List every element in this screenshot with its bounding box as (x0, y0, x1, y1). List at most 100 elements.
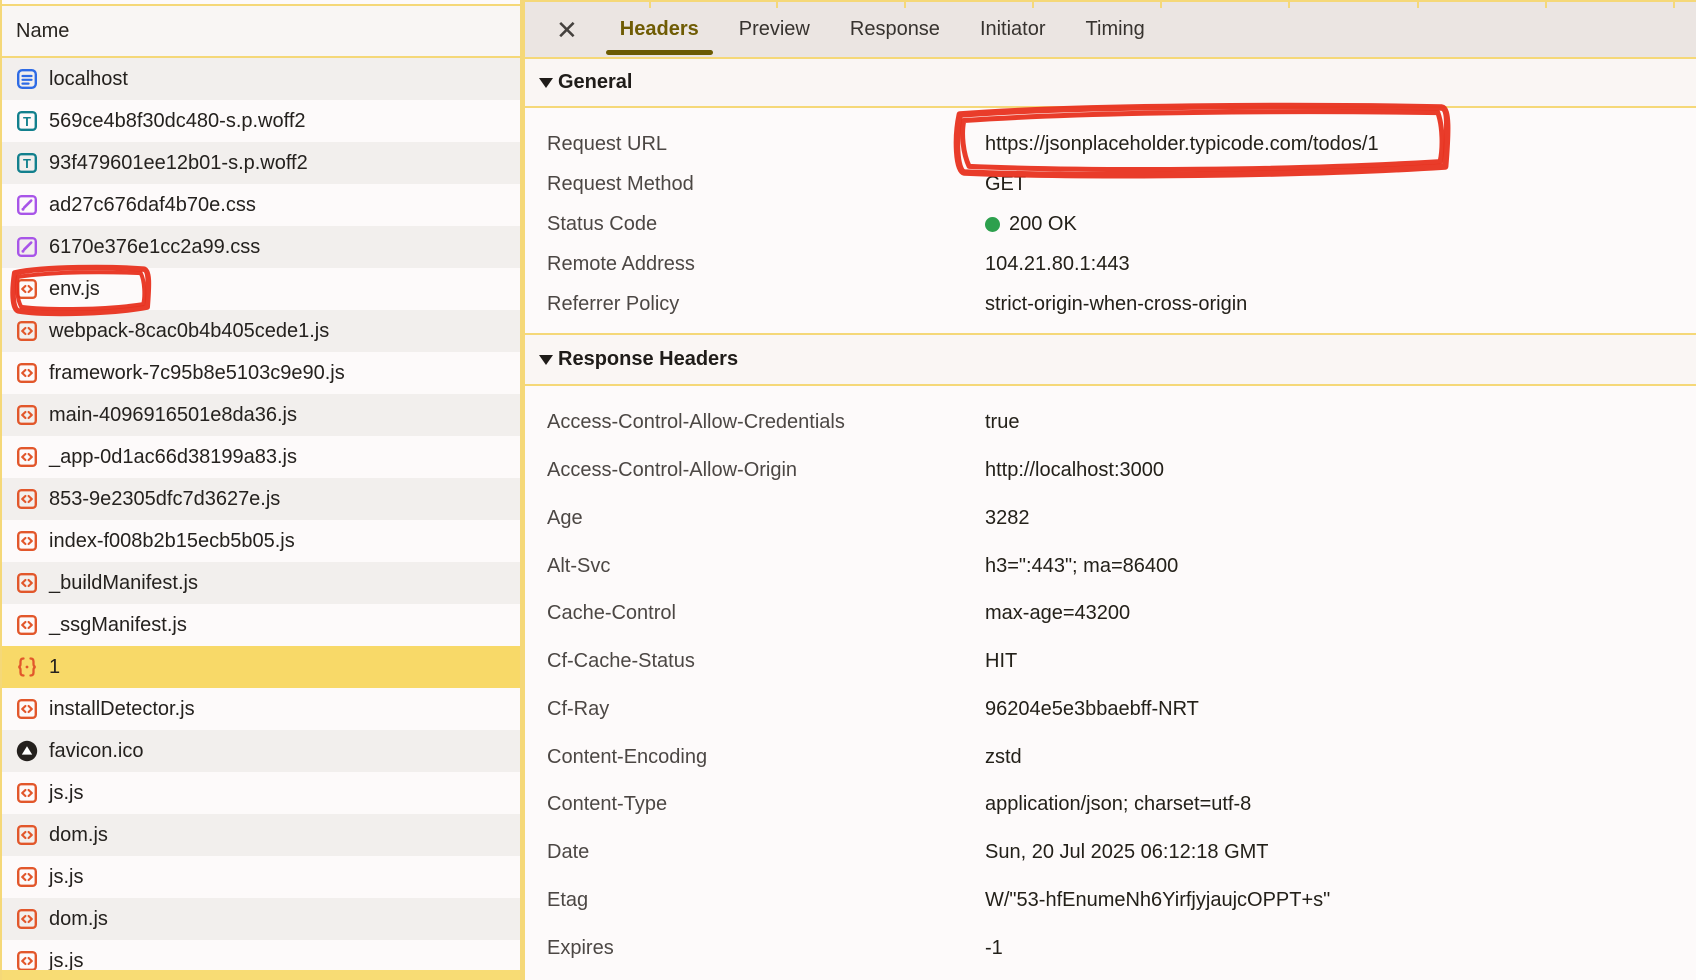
tab-initiator[interactable]: Initiator (980, 2, 1046, 57)
header-value: max-age=43200 (985, 602, 1130, 625)
document-icon (15, 67, 39, 91)
header-value: -1 (985, 937, 1003, 960)
header-row: Age3282 (525, 495, 1696, 543)
header-key: Access-Control-Allow-Origin (547, 459, 985, 482)
request-row[interactable]: dom.js (2, 814, 520, 856)
header-value: 104.21.80.1:443 (985, 253, 1130, 276)
request-row[interactable]: webpack-8cac0b4b405cede1.js (2, 310, 520, 352)
header-row: Alt-Svch3=":443"; ma=86400 (525, 542, 1696, 590)
request-row[interactable]: main-4096916501e8da36.js (2, 394, 520, 436)
status-green-dot-icon (985, 217, 1000, 232)
request-row[interactable]: localhost (2, 58, 520, 100)
font-icon: T (15, 109, 39, 133)
overview-gridline (1673, 2, 1675, 8)
tab-response[interactable]: Response (850, 2, 940, 57)
header-row: Access-Control-Allow-Credentialstrue (525, 399, 1696, 447)
request-name: 1 (49, 656, 60, 679)
header-value-text: http://localhost:3000 (985, 459, 1164, 482)
disclosure-triangle-icon (539, 78, 553, 88)
request-row[interactable]: framework-7c95b8e5103c9e90.js (2, 352, 520, 394)
header-value: h3=":443"; ma=86400 (985, 555, 1178, 578)
overview-gridline (1545, 2, 1547, 8)
header-row: EtagW/"53-hfEnumeNh6YirfjyjaujcOPPT+s" (525, 877, 1696, 925)
header-key: Content-Encoding (547, 746, 985, 769)
overview-gridline (649, 2, 651, 8)
header-value-text: h3=":443"; ma=86400 (985, 555, 1178, 578)
request-row[interactable]: js.js (2, 856, 520, 898)
request-name: _ssgManifest.js (49, 614, 187, 637)
css-icon (15, 193, 39, 217)
header-value-text: HIT (985, 650, 1017, 673)
header-value: zstd (985, 746, 1022, 769)
request-row[interactable]: ad27c676daf4b70e.css (2, 184, 520, 226)
script-icon (15, 319, 39, 343)
section-title-text: General (558, 71, 632, 94)
header-value: true (985, 411, 1019, 434)
header-row: Cache-Controlmax-age=43200 (525, 590, 1696, 638)
requests-panel: Name localhostT569ce4b8f30dc480-s.p.woff… (0, 0, 520, 980)
header-row: DateSun, 20 Jul 2025 06:12:18 GMT (525, 829, 1696, 877)
request-name: env.js (49, 278, 100, 301)
request-row[interactable]: installDetector.js (2, 688, 520, 730)
request-row[interactable]: js.js (2, 772, 520, 814)
script-icon (15, 277, 39, 301)
devtools-network-panel: Name localhostT569ce4b8f30dc480-s.p.woff… (0, 0, 1696, 980)
request-row[interactable]: index-f008b2b15ecb5b05.js (2, 520, 520, 562)
section-header-response-headers[interactable]: Response Headers (525, 333, 1696, 386)
header-key: Cache-Control (547, 602, 985, 625)
favicon-icon (15, 739, 39, 763)
request-row[interactable]: 853-9e2305dfc7d3627e.js (2, 478, 520, 520)
script-icon (15, 865, 39, 889)
header-value-text: application/json; charset=utf-8 (985, 793, 1251, 816)
request-row-selected[interactable]: 1 (2, 646, 520, 688)
request-name: framework-7c95b8e5103c9e90.js (49, 362, 345, 385)
header-row: Request MethodGET (525, 164, 1696, 204)
script-icon (15, 781, 39, 805)
script-icon (15, 403, 39, 427)
request-name: 6170e376e1cc2a99.css (49, 236, 260, 259)
request-row[interactable]: _ssgManifest.js (2, 604, 520, 646)
header-key: Remote Address (547, 253, 985, 276)
request-row[interactable]: favicon.ico (2, 730, 520, 772)
header-key: Alt-Svc (547, 555, 985, 578)
request-name: _app-0d1ac66d38199a83.js (49, 446, 297, 469)
name-column-header[interactable]: Name (2, 4, 520, 58)
request-row[interactable]: _buildManifest.js (2, 562, 520, 604)
script-icon (15, 697, 39, 721)
horizontal-scrollbar[interactable] (2, 970, 520, 980)
header-value-text: 104.21.80.1:443 (985, 253, 1130, 276)
request-row[interactable]: js.js (2, 940, 520, 970)
request-row[interactable]: 6170e376e1cc2a99.css (2, 226, 520, 268)
header-value-text: 96204e5e3bbaebff-NRT (985, 698, 1199, 721)
tab-preview[interactable]: Preview (739, 2, 810, 57)
request-row[interactable]: env.js (2, 268, 520, 310)
request-name: js.js (49, 782, 83, 805)
detail-tab-bar: ✕ Headers Preview Response Initiator Timing (525, 0, 1696, 59)
close-icon[interactable]: ✕ (556, 17, 578, 43)
header-value-text: GET (985, 173, 1026, 196)
tab-timing[interactable]: Timing (1086, 2, 1145, 57)
header-value: 96204e5e3bbaebff-NRT (985, 698, 1199, 721)
script-icon (15, 487, 39, 511)
request-row[interactable]: _app-0d1ac66d38199a83.js (2, 436, 520, 478)
request-name: favicon.ico (49, 740, 144, 763)
header-value: Sun, 20 Jul 2025 06:12:18 GMT (985, 841, 1269, 864)
request-row[interactable]: dom.js (2, 898, 520, 940)
request-row[interactable]: T93f479601ee12b01-s.p.woff2 (2, 142, 520, 184)
header-value: https://jsonplaceholder.typicode.com/tod… (985, 133, 1379, 156)
overview-gridline (1032, 2, 1034, 8)
detail-tabs: Headers Preview Response Initiator Timing (620, 2, 1145, 57)
css-icon (15, 235, 39, 259)
header-key: Request URL (547, 133, 985, 156)
request-row[interactable]: T569ce4b8f30dc480-s.p.woff2 (2, 100, 520, 142)
request-list: localhostT569ce4b8f30dc480-s.p.woff2T93f… (2, 58, 520, 970)
header-row: Remote Address104.21.80.1:443 (525, 244, 1696, 284)
tab-headers[interactable]: Headers (620, 2, 699, 57)
header-value-text: true (985, 411, 1019, 434)
header-value: 200 OK (985, 213, 1077, 236)
overview-gridline (904, 2, 906, 8)
overview-gridline (1417, 2, 1419, 8)
header-key: Age (547, 507, 985, 530)
header-value: strict-origin-when-cross-origin (985, 293, 1247, 316)
section-header-general[interactable]: General (525, 59, 1696, 108)
